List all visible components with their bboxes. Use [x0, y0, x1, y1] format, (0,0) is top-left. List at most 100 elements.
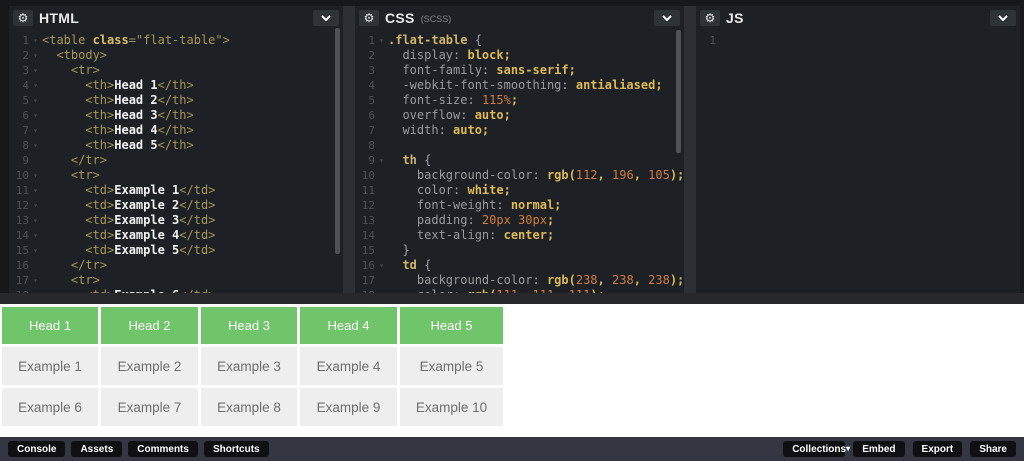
horizontal-resize-gutter[interactable]: [0, 293, 1024, 304]
code-fold-icon[interactable]: ▾: [29, 78, 42, 93]
code-line: 7▾ <th>Head 4</th>: [9, 123, 343, 138]
code-fold-icon[interactable]: ▾: [29, 123, 42, 138]
css-editor-scrollbar[interactable]: [676, 30, 681, 153]
embed-button[interactable]: Embed: [853, 441, 904, 457]
code-fold-icon[interactable]: [375, 243, 388, 258]
code-fold-icon[interactable]: ▾: [29, 183, 42, 198]
gear-icon: ⚙: [18, 12, 29, 24]
line-number: 12: [9, 198, 29, 213]
code-text: <tr>: [42, 63, 343, 78]
code-fold-icon[interactable]: [375, 78, 388, 93]
code-text: -webkit-font-smoothing: antialiased;: [388, 78, 684, 93]
code-fold-icon[interactable]: [716, 33, 729, 48]
code-fold-icon[interactable]: ▾: [29, 273, 42, 288]
code-line: 1: [696, 33, 1020, 48]
code-fold-icon[interactable]: [375, 168, 388, 183]
code-line: 11▾ <td>Example 1</td>: [9, 183, 343, 198]
code-line: 9 </tr>: [9, 153, 343, 168]
code-fold-icon[interactable]: ▾: [375, 258, 388, 273]
line-number: 1: [696, 33, 716, 48]
css-preprocessor-label: (SCSS): [421, 14, 452, 24]
html-editor-scrollbar[interactable]: [335, 28, 340, 254]
code-fold-icon[interactable]: [375, 213, 388, 228]
code-line: 16▾ td {: [355, 258, 684, 273]
code-fold-icon[interactable]: [29, 153, 42, 168]
code-fold-icon[interactable]: [375, 108, 388, 123]
console-button[interactable]: Console: [8, 441, 65, 457]
line-number: 7: [355, 123, 375, 138]
code-text: [729, 33, 1020, 48]
js-panel-collapse-button[interactable]: [990, 10, 1016, 26]
code-fold-icon[interactable]: ▾: [29, 93, 42, 108]
table-header-cell: Head 5: [400, 307, 503, 344]
code-fold-icon[interactable]: ▾: [29, 48, 42, 63]
code-text: <th>Head 4</th>: [42, 123, 343, 138]
collections-dropdown[interactable]: Collections ▾: [783, 441, 845, 457]
code-text: <td>Example 2</td>: [42, 198, 343, 213]
html-editor-panel: ⚙ HTML 1▾<table class="flat-table">2▾ <t…: [9, 6, 343, 293]
code-line: 15 }: [355, 243, 684, 258]
export-button[interactable]: Export: [913, 441, 963, 457]
code-fold-icon[interactable]: [375, 63, 388, 78]
code-fold-icon[interactable]: ▾: [29, 108, 42, 123]
code-fold-icon[interactable]: ▾: [29, 33, 42, 48]
html-panel-settings-button[interactable]: ⚙: [13, 10, 33, 26]
html-code-editor[interactable]: 1▾<table class="flat-table">2▾ <tbody>3▾…: [9, 30, 343, 293]
code-fold-icon[interactable]: ▾: [29, 228, 42, 243]
code-fold-icon[interactable]: ▾: [29, 213, 42, 228]
code-fold-icon[interactable]: [375, 93, 388, 108]
code-text: width: auto;: [388, 123, 684, 138]
code-fold-icon[interactable]: [375, 228, 388, 243]
code-line: 6▾ <th>Head 3</th>: [9, 108, 343, 123]
line-number: 4: [355, 78, 375, 93]
code-fold-icon[interactable]: [375, 138, 388, 153]
code-fold-icon[interactable]: ▾: [375, 153, 388, 168]
table-header-cell: Head 3: [201, 307, 297, 344]
js-panel-title: JS: [726, 10, 744, 26]
code-fold-icon[interactable]: [375, 198, 388, 213]
code-fold-icon[interactable]: ▾: [29, 168, 42, 183]
code-text: <tbody>: [42, 48, 343, 63]
code-fold-icon[interactable]: ▾: [375, 33, 388, 48]
line-number: 11: [355, 183, 375, 198]
code-fold-icon[interactable]: [375, 183, 388, 198]
line-number: 15: [9, 243, 29, 258]
code-fold-icon[interactable]: [375, 48, 388, 63]
code-text: <th>Head 3</th>: [42, 108, 343, 123]
js-code-editor[interactable]: 1: [696, 30, 1020, 293]
code-fold-icon[interactable]: ▾: [29, 198, 42, 213]
code-fold-icon[interactable]: ▾: [29, 63, 42, 78]
line-number: 1: [9, 33, 29, 48]
js-panel-settings-button[interactable]: ⚙: [700, 10, 720, 26]
code-line: 4▾ <th>Head 1</th>: [9, 78, 343, 93]
code-fold-icon[interactable]: [375, 273, 388, 288]
line-number: 14: [9, 228, 29, 243]
code-text: <th>Head 5</th>: [42, 138, 343, 153]
css-panel-settings-button[interactable]: ⚙: [359, 10, 379, 26]
shortcuts-button[interactable]: Shortcuts: [204, 441, 269, 457]
table-cell: Example 3: [201, 347, 297, 385]
assets-button[interactable]: Assets: [71, 441, 122, 457]
css-panel-collapse-button[interactable]: [654, 10, 680, 26]
code-text: </tr>: [42, 153, 343, 168]
code-text: <tr>: [42, 273, 343, 288]
code-line: 6 overflow: auto;: [355, 108, 684, 123]
panel-resize-gutter[interactable]: [343, 6, 355, 293]
comments-button[interactable]: Comments: [128, 441, 198, 457]
line-number: 12: [355, 198, 375, 213]
css-code-editor[interactable]: 1▾.flat-table {2 display: block;3 font-f…: [355, 30, 684, 293]
code-text: }: [388, 243, 684, 258]
code-line: 17 background-color: rgb(238, 238, 238);: [355, 273, 684, 288]
html-panel-collapse-button[interactable]: [313, 10, 339, 26]
footer-right-group: Collections ▾ Embed Export Share: [783, 441, 1016, 457]
js-panel-header: ⚙ JS: [696, 6, 1020, 30]
code-line: 16 </tr>: [9, 258, 343, 273]
line-number: 16: [9, 258, 29, 273]
code-fold-icon[interactable]: ▾: [29, 138, 42, 153]
code-fold-icon[interactable]: [29, 258, 42, 273]
share-button[interactable]: Share: [970, 441, 1016, 457]
code-fold-icon[interactable]: ▾: [29, 243, 42, 258]
code-fold-icon[interactable]: [375, 123, 388, 138]
panel-resize-gutter[interactable]: [684, 6, 696, 293]
code-text: font-weight: normal;: [388, 198, 684, 213]
